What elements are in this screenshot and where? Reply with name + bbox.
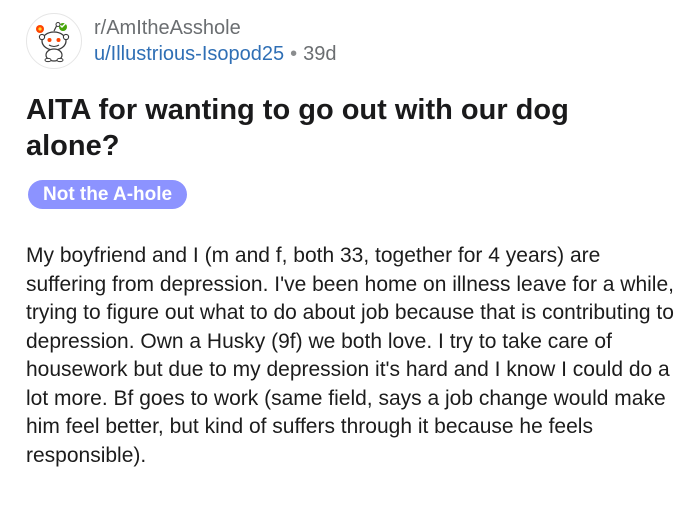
reddit-snoo-icon [36,22,70,63]
author-name[interactable]: u/Illustrious-Isopod25 [94,41,284,67]
post-title[interactable]: AITA for wanting to go out with our dog … [26,92,666,164]
post-meta: r/AmItheAsshole u/Illustrious-Isopod25 •… [94,15,337,67]
post-age: 39d [303,43,337,65]
post-header: r/AmItheAsshole u/Illustrious-Isopod25 •… [26,12,337,70]
post-body: My boyfriend and I (m and f, both 33, to… [26,244,674,467]
post-flair[interactable]: Not the A-hole [28,180,188,209]
subreddit-name[interactable]: r/AmItheAsshole [94,15,337,41]
meta-separator: • [290,43,298,65]
author-line: u/Illustrious-Isopod25 • 39d [94,41,337,67]
subreddit-avatar[interactable] [26,13,82,69]
